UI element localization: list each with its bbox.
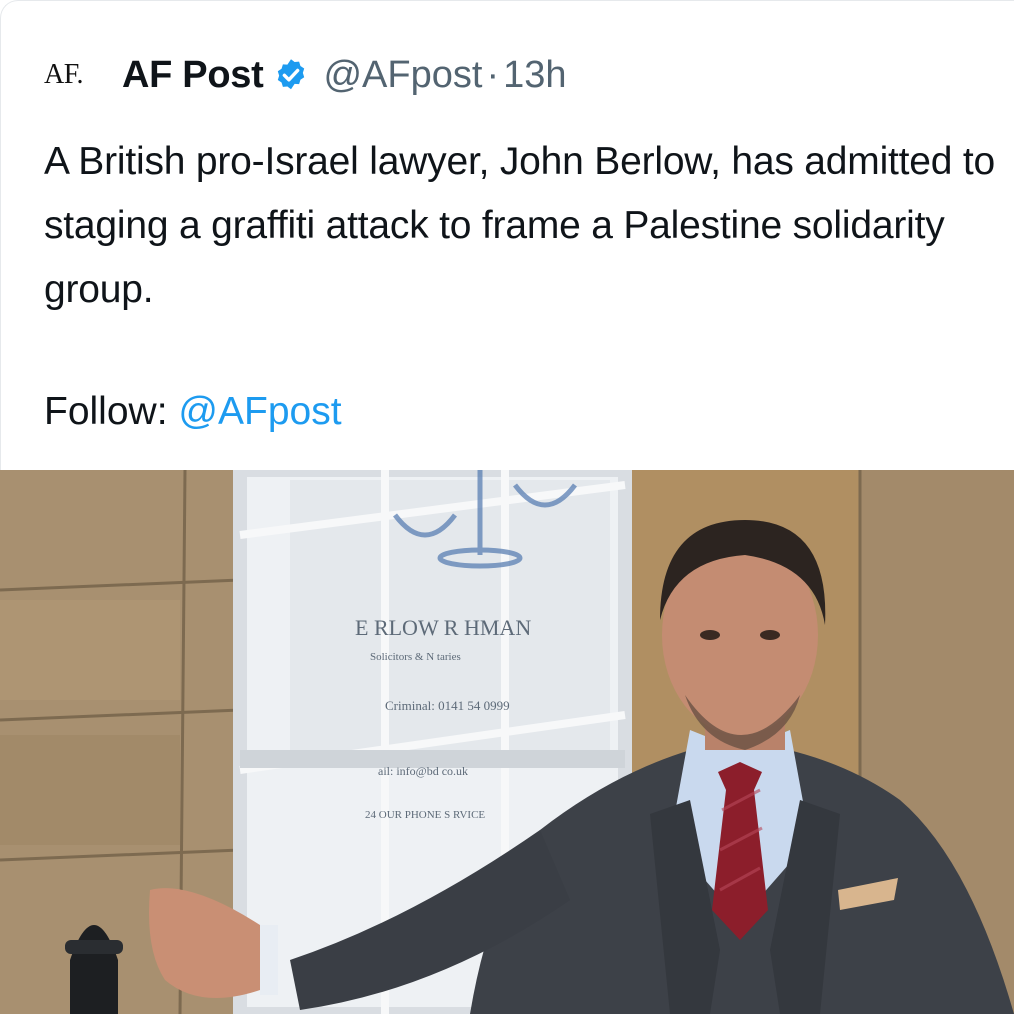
follow-handle-link[interactable]: @AFpost xyxy=(178,390,341,433)
author-display-name[interactable]: AF Post xyxy=(122,54,264,97)
sign-subtitle: Solicitors & N taries xyxy=(370,651,461,663)
tweet-photo[interactable]: E RLOW R HMAN Solicitors & N taries Crim… xyxy=(0,470,1014,1014)
sign-name: E RLOW R HMAN xyxy=(355,615,531,640)
author-avatar[interactable]: AF. xyxy=(44,50,110,100)
sign-email: ail: info@bd co.uk xyxy=(378,764,468,778)
author-handle[interactable]: @AFpost xyxy=(323,54,482,97)
follow-line: Follow: @AFpost xyxy=(44,380,342,444)
separator-dot: · xyxy=(486,53,500,96)
tweet-text: A British pro-Israel lawyer, John Berlow… xyxy=(44,140,996,311)
photo-illustration: E RLOW R HMAN Solicitors & N taries Crim… xyxy=(0,470,1014,1014)
tweet-timestamp[interactable]: 13h xyxy=(503,54,566,97)
tweet-header: AF. AF Post @AFpost · 13h xyxy=(44,50,567,100)
sign-phone: Criminal: 0141 54 0999 xyxy=(385,698,510,713)
sign-service: 24 OUR PHONE S RVICE xyxy=(365,809,485,821)
follow-label: Follow: xyxy=(44,390,168,433)
verified-badge-icon xyxy=(278,59,305,90)
